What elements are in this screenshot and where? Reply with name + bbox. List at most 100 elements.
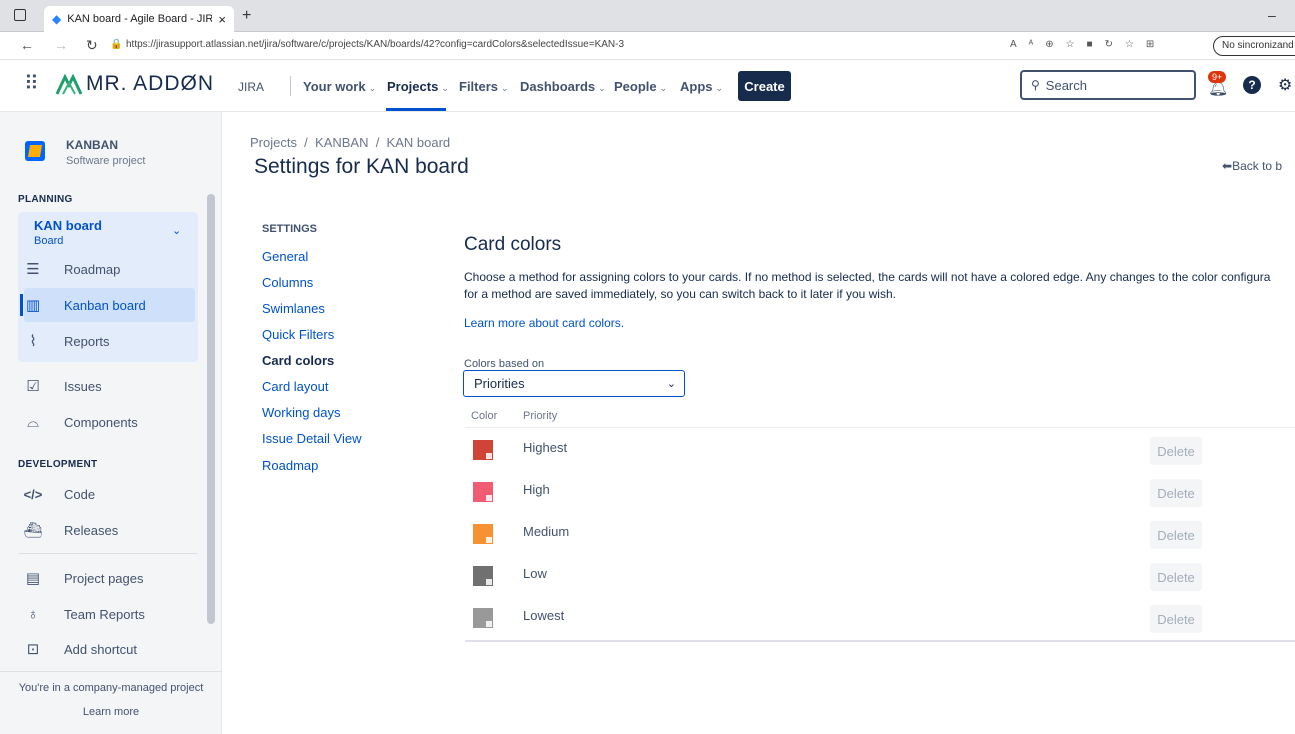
project-name[interactable]: KANBAN bbox=[66, 138, 118, 152]
nav-filters[interactable]: Filters ⌄ bbox=[459, 79, 509, 94]
reports-icon: ⌇ bbox=[29, 333, 37, 350]
sidebar-item-label: Team Reports bbox=[64, 606, 145, 622]
delete-label: Delete bbox=[1157, 611, 1195, 627]
learn-more-link[interactable]: Learn more bbox=[0, 706, 222, 718]
chevron-down-icon: ⌄ bbox=[659, 83, 668, 93]
sidebar-item-label: Issues bbox=[64, 378, 102, 394]
sync-label: No sincronizand bbox=[1222, 40, 1294, 51]
app-switcher-icon[interactable]: ⠿ bbox=[24, 74, 39, 94]
url-field[interactable]: https://jirasupport.atlassian.net/jira/s… bbox=[126, 39, 624, 50]
sidebar-item-label: Roadmap bbox=[64, 261, 121, 277]
project-type: Software project bbox=[66, 155, 146, 167]
nav-apps[interactable]: Apps ⌄ bbox=[680, 79, 723, 94]
search-input[interactable]: ⚲ Search bbox=[1020, 70, 1196, 100]
settings-nav-card-colors[interactable]: Card colors bbox=[262, 353, 334, 368]
learn-more-card-colors-link[interactable]: Learn more about card colors. bbox=[464, 316, 624, 330]
color-swatch-medium[interactable] bbox=[473, 524, 493, 544]
search-placeholder: Search bbox=[1045, 77, 1087, 93]
settings-nav-columns[interactable]: Columns bbox=[262, 275, 313, 290]
color-swatch-high[interactable] bbox=[473, 482, 493, 502]
components-icon: ⌓ bbox=[27, 413, 39, 431]
nav-active-indicator bbox=[386, 108, 446, 111]
delete-button[interactable]: Delete bbox=[1150, 521, 1202, 549]
column-header-priority: Priority bbox=[523, 410, 558, 422]
select-value: Priorities bbox=[474, 376, 525, 391]
logo-text[interactable]: MR. ADDØN bbox=[86, 72, 214, 96]
delete-button[interactable]: Delete bbox=[1150, 605, 1202, 633]
tab-close-icon[interactable]: × bbox=[218, 12, 226, 27]
chevron-down-icon: ⌄ bbox=[501, 83, 509, 93]
nav-dashboards[interactable]: Dashboards ⌄ bbox=[520, 79, 606, 94]
delete-button[interactable]: Delete bbox=[1150, 479, 1202, 507]
column-header-color: Color bbox=[471, 410, 498, 422]
search-icon: ⚲ bbox=[1031, 78, 1040, 92]
settings-nav-roadmap[interactable]: Roadmap bbox=[262, 458, 318, 473]
project-pages-icon: ▤ bbox=[25, 570, 41, 587]
delete-button[interactable]: Delete bbox=[1150, 563, 1202, 591]
sidebar-item-code[interactable]: </> Code bbox=[18, 477, 198, 511]
reload-icon[interactable]: ↻ bbox=[86, 37, 98, 54]
priority-name: Highest bbox=[523, 440, 568, 455]
color-swatch-highest[interactable] bbox=[473, 440, 493, 460]
project-avatar[interactable] bbox=[25, 141, 45, 161]
color-swatch-low[interactable] bbox=[473, 566, 493, 586]
delete-label: Delete bbox=[1157, 443, 1195, 459]
sidebar-divider bbox=[18, 553, 198, 554]
settings-nav-issue-detail-view[interactable]: Issue Detail View bbox=[262, 431, 361, 446]
sidebar-item-team-reports[interactable]: ♁ Team Reports bbox=[18, 597, 198, 631]
sidebar-item-releases[interactable]: ⛴ Releases bbox=[18, 513, 198, 547]
color-swatch-lowest[interactable] bbox=[473, 608, 493, 628]
create-button[interactable]: Create bbox=[738, 71, 791, 101]
section-title: Card colors bbox=[464, 234, 562, 255]
minimize-button[interactable]: – bbox=[1268, 7, 1276, 23]
colors-based-on-select[interactable]: Priorities ⌄ bbox=[463, 370, 685, 397]
tab-actions-icon[interactable] bbox=[14, 9, 26, 21]
sidebar-item-kanban-board[interactable]: ▥ Kanban board bbox=[18, 288, 198, 322]
add-shortcut-icon: ⊡ bbox=[26, 641, 40, 658]
product-label[interactable]: JIRA bbox=[238, 80, 264, 94]
project-sidebar: KANBAN Software project PLANNING KAN boa… bbox=[0, 112, 222, 734]
releases-icon: ⛴ bbox=[23, 522, 43, 539]
nav-people[interactable]: People ⌄ bbox=[614, 79, 667, 94]
table-bottom-border bbox=[465, 640, 1295, 642]
settings-nav-card-layout[interactable]: Card layout bbox=[262, 379, 328, 394]
nav-projects[interactable]: Projects ⌄ bbox=[387, 79, 449, 94]
breadcrumb[interactable]: Projects / KANBAN / KAN board bbox=[250, 135, 450, 150]
delete-label: Delete bbox=[1157, 485, 1195, 501]
nav-your-work[interactable]: Your work ⌄ bbox=[303, 79, 376, 94]
sidebar-item-components[interactable]: ⌓ Components bbox=[18, 405, 198, 439]
sidebar-item-project-pages[interactable]: ▤ Project pages bbox=[18, 561, 198, 595]
back-icon[interactable]: ← bbox=[20, 37, 34, 53]
delete-label: Delete bbox=[1157, 569, 1195, 585]
browser-tab-strip: ◆ KAN board - Agile Board - JIRA × + – bbox=[0, 0, 1295, 32]
chevron-down-icon[interactable]: ⌄ bbox=[172, 224, 181, 237]
help-icon[interactable]: ? bbox=[1243, 76, 1261, 94]
board-switcher[interactable]: KAN board bbox=[34, 218, 102, 233]
settings-nav-general[interactable]: General bbox=[262, 249, 308, 264]
sidebar-item-reports[interactable]: ⌇ Reports bbox=[18, 324, 198, 358]
forward-icon[interactable]: → bbox=[54, 37, 68, 53]
kanban-board-icon: ▥ bbox=[25, 297, 41, 314]
sidebar-scrollbar[interactable] bbox=[207, 194, 215, 624]
browser-toolbar-icons[interactable]: Aᴬ⊕☆■↻☆⊞ bbox=[1010, 39, 1166, 50]
chevron-down-icon: ⌄ bbox=[598, 83, 606, 93]
browser-tab[interactable]: ◆ KAN board - Agile Board - JIRA × bbox=[44, 6, 234, 32]
sidebar-item-add-shortcut[interactable]: ⊡ Add shortcut bbox=[18, 632, 198, 666]
new-tab-button[interactable]: + bbox=[242, 7, 251, 25]
settings-nav-quick-filters[interactable]: Quick Filters bbox=[262, 327, 334, 342]
sidebar-item-roadmap[interactable]: ☰ Roadmap bbox=[18, 252, 198, 286]
back-to-board-link[interactable]: ⬅Back to b bbox=[1222, 159, 1282, 173]
settings-nav-swimlanes[interactable]: Swimlanes bbox=[262, 301, 325, 316]
priority-name: Medium bbox=[523, 524, 570, 539]
nav-your-work-label: Your work bbox=[303, 79, 366, 94]
priority-name: Low bbox=[523, 566, 547, 581]
settings-nav-working-days[interactable]: Working days bbox=[262, 405, 341, 420]
sync-button[interactable]: No sincronizand bbox=[1213, 36, 1295, 56]
settings-gear-icon[interactable]: ⚙ bbox=[1278, 75, 1292, 95]
sidebar-footer-divider bbox=[0, 671, 222, 672]
team-reports-icon: ♁ bbox=[27, 605, 39, 623]
board-sub-label: Board bbox=[34, 235, 64, 247]
sidebar-item-issues[interactable]: ☑ Issues bbox=[18, 369, 198, 403]
code-icon: </> bbox=[23, 486, 43, 502]
delete-button[interactable]: Delete bbox=[1150, 437, 1202, 465]
